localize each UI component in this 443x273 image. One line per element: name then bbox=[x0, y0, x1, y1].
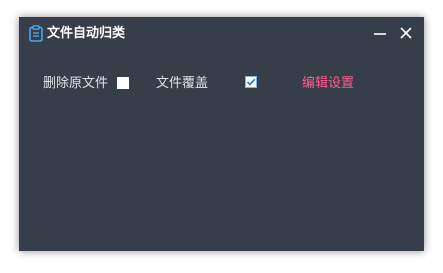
window-title: 文件自动归类 bbox=[47, 26, 126, 41]
edit-settings-link[interactable]: 编辑设置 bbox=[302, 75, 354, 93]
close-button[interactable] bbox=[397, 24, 415, 42]
minimize-button[interactable] bbox=[371, 24, 389, 42]
title-bar[interactable]: 文件自动归类 bbox=[19, 17, 424, 51]
close-icon bbox=[400, 27, 412, 39]
minimize-icon bbox=[374, 33, 386, 35]
overwrite-label: 文件覆盖 bbox=[156, 76, 209, 91]
delete-original-label: 删除原文件 bbox=[43, 76, 109, 91]
delete-original-checkbox[interactable] bbox=[117, 77, 129, 89]
checkmark-icon bbox=[246, 78, 256, 86]
app-window: 文件自动归类 删除原文件 文件覆盖 编辑设置 bbox=[19, 17, 424, 251]
clipboard-icon bbox=[29, 25, 43, 42]
overwrite-checkbox[interactable] bbox=[245, 76, 257, 88]
